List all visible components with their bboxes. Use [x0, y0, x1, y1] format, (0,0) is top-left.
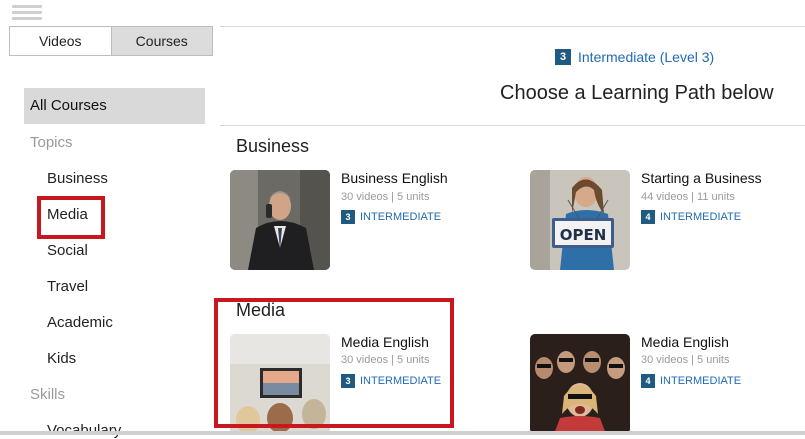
sidebar: All Courses Topics Business Media Social…	[24, 88, 205, 439]
highlight-box-media-section	[214, 298, 454, 428]
tab-videos[interactable]: Videos	[10, 27, 111, 55]
course-level-label: INTERMEDIATE	[660, 375, 742, 387]
course-thumbnail-starting-a-business[interactable]: OPEN	[530, 170, 630, 270]
course-thumbnail-business-english[interactable]	[230, 170, 330, 270]
horizontal-scrollbar[interactable]	[0, 431, 805, 435]
course-title-starting-a-business[interactable]: Starting a Business	[641, 170, 762, 186]
course-level: 4 INTERMEDIATE	[641, 374, 741, 388]
course-thumbnail-media-english-level-4[interactable]	[530, 334, 630, 434]
level-badge: 3	[555, 49, 571, 65]
sidebar-heading-topics: Topics	[30, 134, 73, 151]
course-meta: 30 videos | 5 units	[641, 354, 730, 366]
sidebar-item-all-courses[interactable]: All Courses	[24, 88, 205, 124]
header-divider	[220, 125, 805, 126]
open-sign-text: OPEN	[560, 226, 607, 244]
tab-courses[interactable]: Courses	[110, 27, 212, 55]
highlight-box-media-topic	[37, 196, 105, 239]
course-level: 3 INTERMEDIATE	[341, 210, 441, 224]
sidebar-item-social[interactable]: Social	[47, 242, 88, 259]
sidebar-item-kids[interactable]: Kids	[47, 350, 76, 367]
sidebar-heading-skills: Skills	[30, 386, 66, 403]
level-indicator[interactable]: 3 Intermediate (Level 3)	[555, 49, 714, 65]
course-level: 4 INTERMEDIATE	[641, 210, 741, 224]
course-meta: 30 videos | 5 units	[341, 191, 430, 203]
course-level-badge: 4	[641, 374, 655, 388]
course-level-badge: 3	[341, 210, 355, 224]
level-label: Intermediate (Level 3)	[578, 49, 715, 65]
course-level-badge: 4	[641, 210, 655, 224]
top-divider	[220, 26, 805, 27]
page-title: Choose a Learning Path below	[500, 82, 774, 104]
course-level-label: INTERMEDIATE	[660, 211, 742, 223]
sidebar-item-business[interactable]: Business	[47, 170, 108, 187]
course-title-business-english[interactable]: Business English	[341, 170, 448, 186]
sidebar-item-travel[interactable]: Travel	[47, 278, 88, 295]
section-title-business: Business	[236, 136, 310, 156]
view-tabs: Videos Courses	[9, 26, 213, 56]
menu-icon[interactable]	[12, 2, 42, 24]
course-title-media-english[interactable]: Media English	[641, 334, 729, 350]
course-meta: 44 videos | 11 units	[641, 191, 735, 203]
course-level-label: INTERMEDIATE	[360, 211, 442, 223]
sidebar-item-academic[interactable]: Academic	[47, 314, 113, 331]
